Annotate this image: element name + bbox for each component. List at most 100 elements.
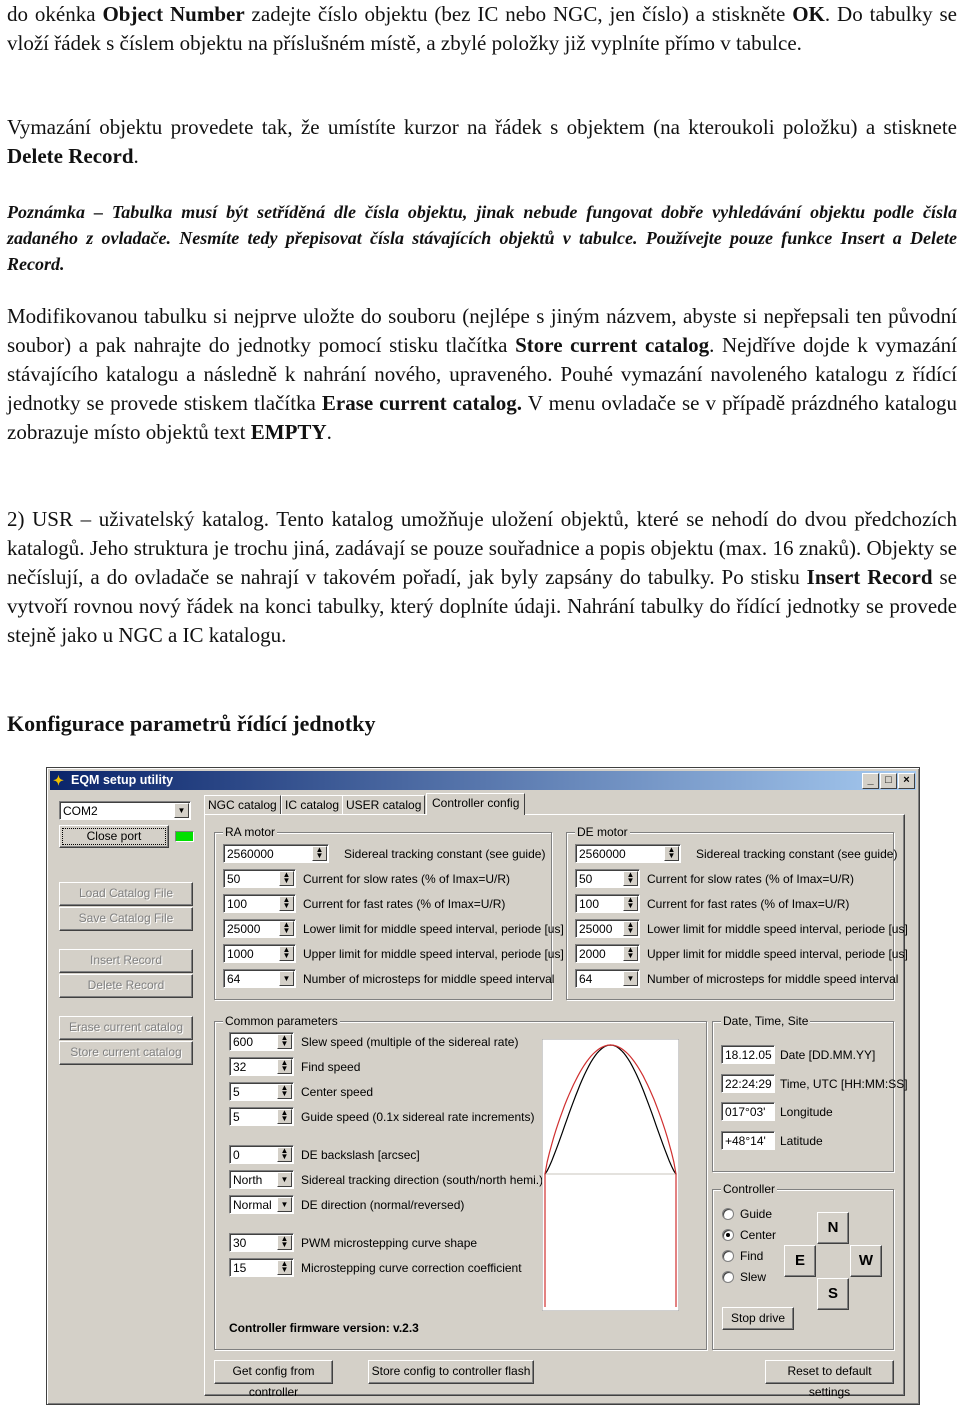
mode-radio-find[interactable] [722, 1250, 734, 1262]
controller-group: Controller Guide Center Find Slew N E W S S… [712, 1182, 894, 1350]
site-field[interactable]: 18.12.05 [721, 1045, 775, 1064]
tab-ngc-catalog[interactable]: NGC catalog [204, 795, 281, 814]
maximize-button[interactable]: □ [880, 773, 897, 789]
spin-arrows-icon[interactable]: ▲ ▼ [277, 1147, 292, 1162]
mode-label[interactable]: Center [740, 1227, 776, 1243]
minimize-button[interactable]: _ [862, 773, 879, 789]
north-button[interactable]: N [817, 1212, 849, 1244]
spin-arrows-icon[interactable]: ▲ ▼ [277, 1084, 292, 1099]
common-param-field[interactable]: 15 ▲ ▼ [229, 1258, 294, 1277]
store-catalog-button[interactable]: Store current catalog [59, 1041, 193, 1065]
store-config-button[interactable]: Store config to controller flash [368, 1360, 534, 1384]
de-param-field[interactable]: 2560000 ▲ ▼ [575, 844, 681, 863]
de-param-value: 2000 [579, 947, 606, 961]
stop-drive-button[interactable]: Stop drive [722, 1307, 794, 1330]
ra-param-field[interactable]: 100 ▲ ▼ [223, 894, 296, 913]
delete-record-button[interactable]: Delete Record [59, 974, 193, 998]
ra-param-field[interactable]: 1000 ▲ ▼ [223, 944, 296, 963]
spin-arrows-icon[interactable]: ▲ ▼ [312, 846, 327, 861]
spin-arrows-icon[interactable]: ▲ ▼ [277, 1059, 292, 1074]
common-param-value: 5 [233, 1085, 240, 1099]
common-param-value: North [233, 1173, 263, 1187]
bold-text: Erase current catalog. [321, 391, 523, 415]
site-field[interactable]: 22:24:29 [721, 1074, 775, 1093]
common-param-field[interactable]: 0 ▲ ▼ [229, 1145, 294, 1164]
de-param-value: 100 [579, 897, 600, 911]
spin-arrows-icon[interactable]: ▲ ▼ [277, 1034, 292, 1049]
mode-radio-guide[interactable] [722, 1208, 734, 1220]
common-param-value: 600 [233, 1035, 254, 1049]
south-button[interactable]: S [817, 1278, 849, 1310]
common-param-field[interactable]: North ▼ [229, 1170, 294, 1189]
save-catalog-button[interactable]: Save Catalog File [59, 907, 193, 931]
site-value: +48°14' [725, 1134, 766, 1148]
chevron-down-icon[interactable]: ▼ [277, 1172, 292, 1187]
spin-arrows-icon[interactable]: ▲ ▼ [623, 871, 638, 886]
spin-arrows-icon[interactable]: ▲ ▼ [277, 1235, 292, 1250]
site-field[interactable]: +48°14' [721, 1131, 775, 1150]
firmware-version: Controller firmware version: v.2.3 [229, 1321, 419, 1335]
common-param-label: Microstepping curve correction coefficie… [301, 1261, 522, 1275]
common-param-field[interactable]: 30 ▲ ▼ [229, 1233, 294, 1252]
insert-record-button[interactable]: Insert Record [59, 949, 193, 973]
de-param-field[interactable]: 25000 ▲ ▼ [575, 919, 640, 938]
port-select[interactable]: COM2 ▼ [59, 801, 191, 820]
de-param-value: 2560000 [579, 847, 626, 861]
ra-param-value: 1000 [227, 947, 254, 961]
mode-label[interactable]: Find [740, 1248, 763, 1264]
site-value: 22:24:29 [725, 1077, 772, 1091]
text: zadejte číslo objektu (bez IC nebo NGC, … [244, 2, 793, 26]
spin-arrows-icon[interactable]: ▲ ▼ [279, 921, 294, 936]
spin-arrows-icon[interactable]: ▲ ▼ [623, 946, 638, 961]
title-bar[interactable]: ✦ EQM setup utility _ □ × [50, 771, 916, 790]
common-param-label: DE backslash [arcsec] [301, 1148, 420, 1162]
common-param-field[interactable]: 5 ▲ ▼ [229, 1107, 294, 1126]
ra-motor-title: RA motor [223, 825, 278, 839]
spin-arrows-icon[interactable]: ▲ ▼ [664, 846, 679, 861]
chevron-down-icon[interactable]: ▼ [623, 971, 638, 986]
tab-ic-catalog[interactable]: IC catalog [281, 795, 344, 814]
mode-radio-center[interactable] [722, 1229, 734, 1241]
spin-arrows-icon[interactable]: ▲ ▼ [623, 921, 638, 936]
common-param-field[interactable]: 32 ▲ ▼ [229, 1057, 294, 1076]
ra-param-field[interactable]: 25000 ▲ ▼ [223, 919, 296, 938]
de-param-field[interactable]: 2000 ▲ ▼ [575, 944, 640, 963]
chevron-down-icon[interactable]: ▼ [174, 803, 189, 818]
de-param-field[interactable]: 100 ▲ ▼ [575, 894, 640, 913]
common-param-value: 30 [233, 1236, 247, 1250]
west-button[interactable]: W [850, 1245, 882, 1277]
get-config-button[interactable]: Get config from controller [214, 1360, 333, 1399]
spin-arrows-icon[interactable]: ▲ ▼ [279, 946, 294, 961]
tab-controller-config[interactable]: Controller config [426, 793, 526, 815]
ra-param-field[interactable]: 50 ▲ ▼ [223, 869, 296, 888]
load-catalog-button[interactable]: Load Catalog File [59, 882, 193, 906]
site-label: Longitude [780, 1105, 833, 1119]
common-param-field[interactable]: Normal ▼ [229, 1195, 294, 1214]
de-motor-title: DE motor [575, 825, 630, 839]
east-button[interactable]: E [784, 1245, 816, 1277]
mode-label[interactable]: Guide [740, 1206, 772, 1222]
site-field[interactable]: 017°03' [721, 1102, 775, 1121]
chevron-down-icon[interactable]: ▼ [279, 971, 294, 986]
erase-catalog-button[interactable]: Erase current catalog [59, 1016, 193, 1040]
chevron-down-icon[interactable]: ▼ [277, 1197, 292, 1212]
reset-defaults-button[interactable]: Reset to default settings [765, 1360, 894, 1399]
tab-user-catalog[interactable]: USER catalog [342, 795, 426, 814]
common-param-field[interactable]: 5 ▲ ▼ [229, 1082, 294, 1101]
close-button[interactable]: × [898, 773, 915, 789]
ra-param-field[interactable]: 64 ▼ [223, 969, 296, 988]
ra-param-field[interactable]: 2560000 ▲ ▼ [223, 844, 329, 863]
spin-arrows-icon[interactable]: ▲ ▼ [279, 871, 294, 886]
common-param-field[interactable]: 600 ▲ ▼ [229, 1032, 294, 1051]
ra-param-label: Current for slow rates (% of Imax=U/R) [303, 872, 511, 886]
paragraph-delete: Vymazání objektu provedete tak, že umíst… [7, 113, 957, 171]
spin-arrows-icon[interactable]: ▲ ▼ [279, 896, 294, 911]
de-param-field[interactable]: 64 ▼ [575, 969, 640, 988]
spin-arrows-icon[interactable]: ▲ ▼ [277, 1260, 292, 1275]
mode-label[interactable]: Slew [740, 1269, 766, 1285]
close-port-button[interactable]: Close port [59, 825, 169, 848]
spin-arrows-icon[interactable]: ▲ ▼ [277, 1109, 292, 1124]
spin-arrows-icon[interactable]: ▲ ▼ [623, 896, 638, 911]
mode-radio-slew[interactable] [722, 1271, 734, 1283]
de-param-field[interactable]: 50 ▲ ▼ [575, 869, 640, 888]
